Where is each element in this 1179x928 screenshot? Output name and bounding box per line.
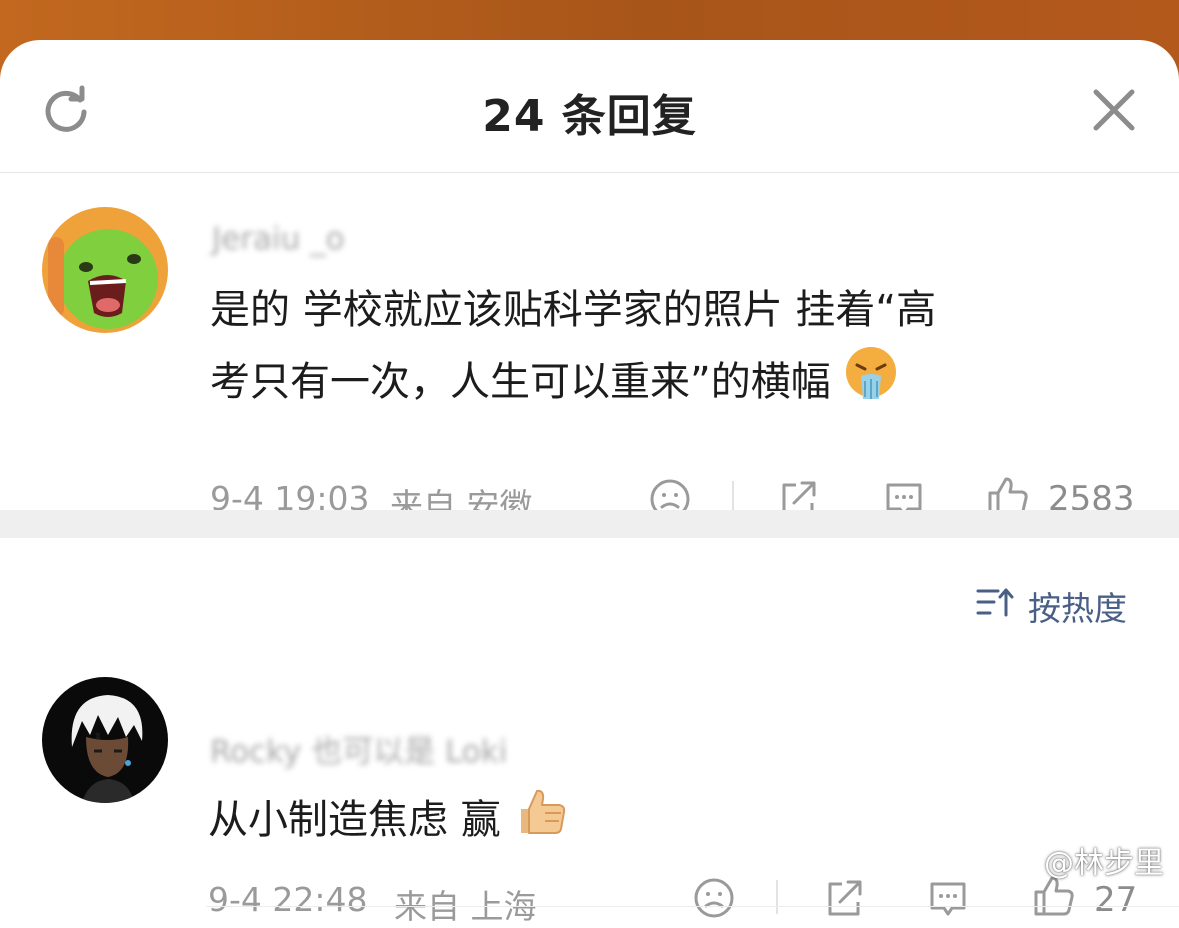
comment-location: 来自 上海 — [394, 887, 537, 926]
watermark: @林步里 — [1000, 839, 1164, 881]
share-icon[interactable] — [822, 876, 866, 920]
replies-sheet: 24 条回复 Jeraiu _o 是的 学校就应该贴科学家的照片 挂着“高 考只 — [0, 40, 1179, 928]
thumbs-up-emoji — [513, 783, 569, 861]
comment-icon[interactable] — [926, 876, 970, 920]
sheet-header: 24 条回复 — [0, 40, 1179, 173]
sort-icon — [976, 585, 1016, 627]
main-comment: Jeraiu _o 是的 学校就应该贴科学家的照片 挂着“高 考只有一次，人生可… — [0, 173, 1179, 525]
avatar[interactable] — [42, 677, 168, 803]
vomiting-face-emoji — [843, 345, 899, 423]
watermark-text: @林步里 — [1044, 846, 1164, 881]
comment-text-line: 是的 学校就应该贴科学家的照片 挂着“高 — [210, 287, 937, 333]
comment-text: 从小制造焦虑 赢 — [208, 783, 569, 861]
close-icon[interactable] — [1088, 84, 1140, 136]
comment-text-line: 考只有一次，人生可以重来”的横幅 — [210, 345, 936, 423]
sort-by-hot-button[interactable]: 按热度 — [976, 584, 1127, 628]
sort-label: 按热度 — [1028, 589, 1127, 628]
action-separator — [776, 880, 778, 914]
like-count: 27 — [1094, 880, 1138, 920]
section-divider — [0, 510, 1179, 538]
comment-text-line-2: 考只有一次，人生可以重来”的横幅 — [210, 359, 831, 405]
list-divider — [206, 906, 1179, 907]
comment-text-line: 从小制造焦虑 赢 — [208, 797, 501, 843]
page-title: 24 条回复 — [482, 91, 697, 142]
comment-text: 是的 学校就应该贴科学家的照片 挂着“高 考只有一次，人生可以重来”的横幅 — [210, 275, 936, 423]
comment-username[interactable]: Rocky 也可以是 Loki — [210, 726, 507, 771]
avatar[interactable] — [42, 207, 168, 333]
comment-username[interactable]: Jeraiu _o — [212, 221, 345, 257]
weibo-logo-icon — [1000, 839, 1040, 881]
comment-date: 9-4 22:48 — [208, 880, 368, 919]
dislike-face-icon[interactable] — [692, 876, 736, 920]
